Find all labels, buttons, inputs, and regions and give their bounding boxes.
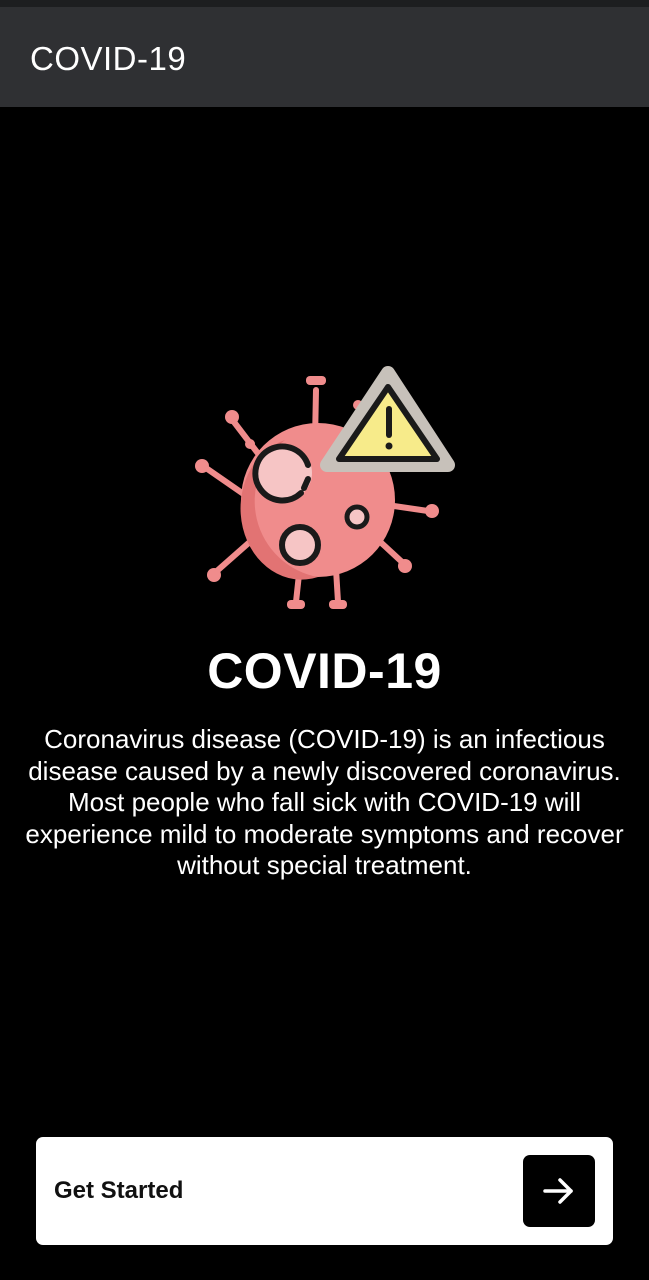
arrow-right-button[interactable] xyxy=(523,1155,595,1227)
virus-warning-icon xyxy=(190,365,460,617)
get-started-button[interactable]: Get Started xyxy=(36,1137,613,1245)
app-bar-title: COVID-19 xyxy=(30,40,187,77)
headline: COVID-19 xyxy=(207,643,442,699)
status-bar xyxy=(0,0,649,7)
get-started-label: Get Started xyxy=(54,1177,184,1204)
arrow-right-icon xyxy=(543,1178,573,1204)
app-bar: COVID-19 xyxy=(0,7,649,107)
description: Coronavirus disease (COVID-19) is an inf… xyxy=(25,724,624,880)
